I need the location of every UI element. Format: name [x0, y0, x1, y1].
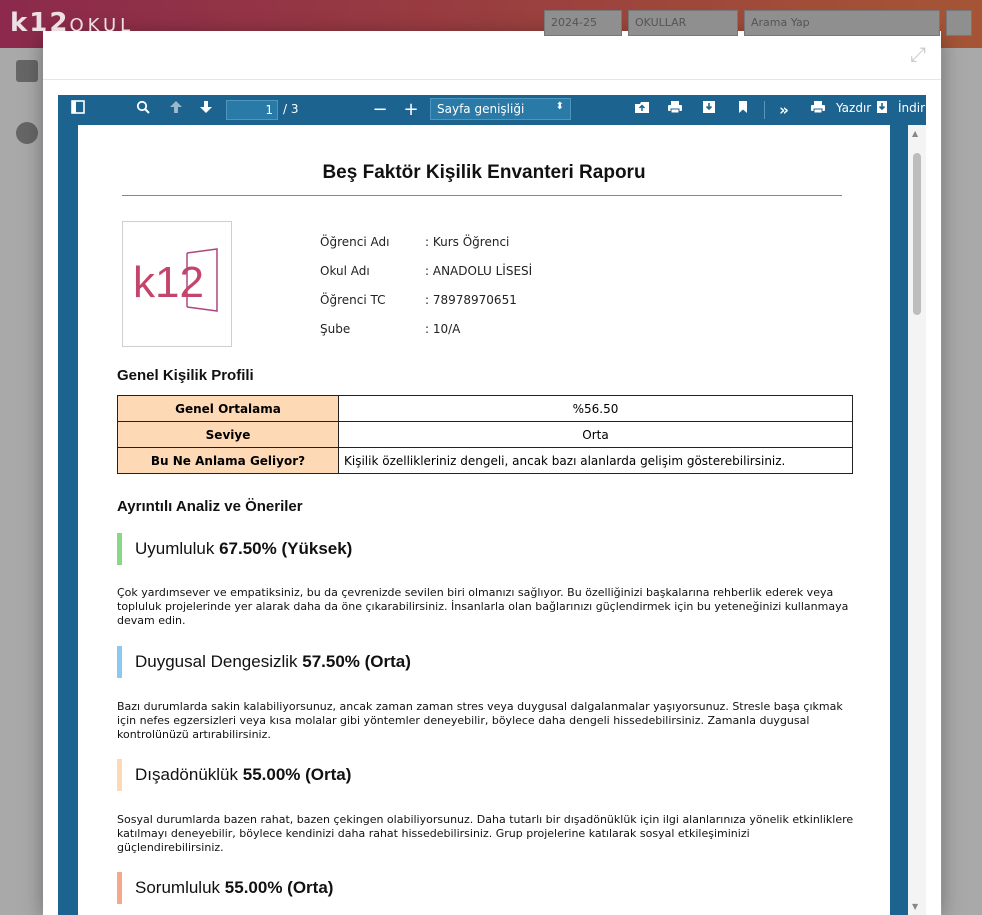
next-page-icon[interactable]	[195, 100, 217, 120]
modal-header: ⤢	[43, 31, 941, 80]
search-icon[interactable]	[132, 100, 154, 120]
user-avatar[interactable]	[946, 10, 972, 36]
grid-icon[interactable]	[16, 60, 38, 82]
logo-text: k12	[133, 258, 204, 307]
scroll-up-icon[interactable]: ▲	[912, 129, 918, 138]
trait-description: Sosyal durumlarda bazen rahat, bazen çek…	[117, 813, 854, 854]
previous-page-icon[interactable]	[165, 100, 187, 120]
profile-table: Genel Ortalama %56.50 Seviye Orta Bu Ne …	[117, 395, 853, 474]
profile-heading: Genel Kişilik Profili	[117, 367, 254, 384]
trait-heading-agreeableness: Uyumluluk 67.50% (Yüksek)	[117, 533, 352, 565]
app-right-panel	[942, 48, 982, 915]
table-value: Orta	[338, 421, 853, 448]
app-search-input[interactable]: Arama Yap	[744, 10, 940, 36]
document-area: Beş Faktör Kişilik Envanteri Raporu k12 …	[58, 125, 908, 915]
k12-logo: k12	[122, 221, 232, 347]
page-number-input[interactable]	[226, 100, 278, 120]
report-title: Beş Faktör Kişilik Envanteri Raporu	[322, 162, 646, 183]
pdf-page: Beş Faktör Kişilik Envanteri Raporu k12 …	[78, 125, 890, 915]
print-button[interactable]: Yazdır	[836, 101, 871, 115]
title-divider	[122, 195, 842, 196]
trait-description: Çok yardımsever ve empatiksiniz, bu da ç…	[117, 586, 849, 627]
info-student-tc: Öğrenci TC: 78978970651	[320, 293, 517, 307]
download-icon-alt[interactable]	[874, 100, 890, 120]
tools-chevron-icon[interactable]: »	[773, 100, 795, 120]
report-modal: ⤢ / 3 − + Sayfa genişliği⬍	[43, 31, 941, 915]
trait-heading-neuroticism: Duygusal Dengesizlik 57.50% (Orta)	[117, 646, 411, 678]
document-scrollbar[interactable]: ▲ ▼	[908, 125, 926, 915]
scroll-down-icon[interactable]: ▼	[912, 902, 918, 911]
school-select[interactable]: OKULLAR	[628, 10, 738, 36]
trait-description: Bazı durumlarda sakin kalabiliyorsunuz, …	[117, 700, 843, 741]
zoom-in-icon[interactable]: +	[400, 100, 422, 120]
bookmark-icon[interactable]	[732, 100, 754, 120]
table-value: Kişilik özellikleriniz dengeli, ancak ba…	[338, 447, 853, 474]
open-file-icon[interactable]	[631, 100, 653, 120]
trait-heading-extraversion: Dışadönüklük 55.00% (Orta)	[117, 759, 351, 791]
print-icon-alt[interactable]	[807, 100, 829, 120]
app-sidebar	[0, 48, 44, 915]
download-button[interactable]: İndir	[898, 101, 925, 115]
page-total: / 3	[283, 102, 299, 116]
toolbar-divider	[764, 101, 765, 119]
table-key: Genel Ortalama	[117, 395, 339, 422]
zoom-select[interactable]: Sayfa genişliği ⬍	[430, 98, 571, 120]
help-icon[interactable]	[16, 122, 38, 144]
table-row: Bu Ne Anlama Geliyor? Kişilik özellikler…	[117, 447, 853, 474]
print-icon[interactable]	[664, 100, 686, 120]
scroll-thumb[interactable]	[913, 153, 921, 315]
info-school-name: Okul Adı: ANADOLU LİSESİ	[320, 264, 533, 278]
app-logo[interactable]: k12OKUL	[10, 8, 134, 38]
pdf-toolbar: / 3 − + Sayfa genişliği⬍ » Yazdır	[58, 95, 926, 125]
table-key: Seviye	[117, 421, 339, 448]
table-key: Bu Ne Anlama Geliyor?	[117, 447, 339, 474]
table-row: Genel Ortalama %56.50	[117, 395, 853, 422]
table-value: %56.50	[338, 395, 853, 422]
info-class: Şube: 10/A	[320, 322, 461, 336]
download-icon[interactable]	[698, 100, 720, 120]
sidebar-toggle-icon[interactable]	[67, 100, 89, 120]
info-student-name: Öğrenci Adı: Kurs Öğrenci	[320, 235, 510, 249]
expand-icon[interactable]: ⤢	[907, 43, 929, 65]
year-select[interactable]: 2024-25	[544, 10, 622, 36]
table-row: Seviye Orta	[117, 421, 853, 448]
pdf-viewer: / 3 − + Sayfa genişliği⬍ » Yazdır	[58, 95, 926, 915]
zoom-out-icon[interactable]: −	[369, 100, 391, 120]
analysis-heading: Ayrıntılı Analiz ve Öneriler	[117, 498, 303, 515]
trait-heading-conscientiousness: Sorumluluk 55.00% (Orta)	[117, 872, 333, 904]
